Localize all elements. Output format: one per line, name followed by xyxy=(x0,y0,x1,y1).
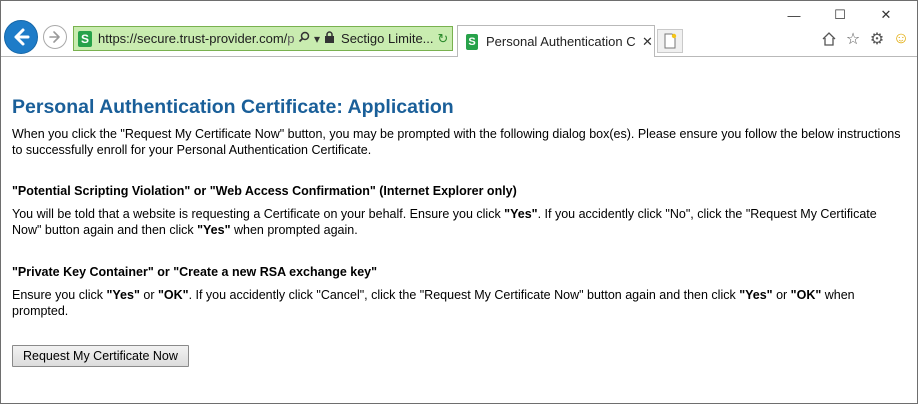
minimize-button[interactable]: — xyxy=(771,7,817,23)
request-certificate-button[interactable]: Request My Certificate Now xyxy=(12,345,189,367)
url-rest: pro xyxy=(287,31,294,46)
forward-button[interactable] xyxy=(43,25,67,49)
browser-window: — ☐ ✕ S https://secure.trust-provider.co… xyxy=(0,0,918,404)
refresh-icon[interactable]: ↻ xyxy=(438,31,449,47)
url-text[interactable]: https://secure.trust-provider.com/pro xyxy=(98,31,294,46)
window-controls: — ☐ ✕ xyxy=(771,7,909,23)
tab-personal-authentication[interactable]: S Personal Authentication Ce... ✕ xyxy=(457,25,655,57)
arrow-left-icon xyxy=(14,28,30,46)
section-heading: "Potential Scripting Violation" or "Web … xyxy=(12,184,517,198)
browser-toolbar: ☆ ⚙ ☺ xyxy=(819,29,911,49)
browser-chrome: — ☐ ✕ S https://secure.trust-provider.co… xyxy=(1,1,917,61)
close-button[interactable]: ✕ xyxy=(863,7,909,23)
address-bar[interactable]: S https://secure.trust-provider.com/pro … xyxy=(73,26,453,51)
intro-text: When you click the "Request My Certifica… xyxy=(12,127,901,157)
url-host: https://secure.trust-provider.com/ xyxy=(98,31,288,46)
tab-close-icon[interactable]: ✕ xyxy=(642,34,653,50)
gear-icon[interactable]: ⚙ xyxy=(867,29,887,49)
page-title: Personal Authentication Certificate: App… xyxy=(12,96,454,118)
tab-title: Personal Authentication Ce... xyxy=(486,34,636,49)
certificate-name[interactable]: Sectigo Limite... xyxy=(341,31,434,46)
back-button[interactable] xyxy=(4,20,38,54)
new-tab-button[interactable] xyxy=(657,29,683,53)
search-icon[interactable] xyxy=(298,31,310,46)
star-icon[interactable]: ☆ xyxy=(843,29,863,49)
home-icon[interactable] xyxy=(819,29,839,49)
section-scripting-violation: "Potential Scripting Violation" or "Web … xyxy=(12,183,902,238)
smiley-icon[interactable]: ☺ xyxy=(891,29,911,49)
chrome-divider xyxy=(1,56,917,57)
section-private-key: "Private Key Container" or "Create a new… xyxy=(12,264,902,319)
maximize-button[interactable]: ☐ xyxy=(817,7,863,23)
lock-icon[interactable] xyxy=(324,31,335,46)
arrow-right-icon xyxy=(49,31,60,43)
page-content: Personal Authentication Certificate: App… xyxy=(12,95,902,367)
tab-favicon-icon: S xyxy=(466,33,478,50)
section-body: Ensure you click "Yes" or "OK". If you a… xyxy=(12,288,855,318)
site-favicon-icon: S xyxy=(78,30,92,47)
section-heading: "Private Key Container" or "Create a new… xyxy=(12,265,378,279)
dropdown-chevron-icon[interactable]: ▾ xyxy=(314,32,320,46)
new-tab-icon xyxy=(664,33,677,49)
section-body: You will be told that a website is reque… xyxy=(12,207,877,237)
